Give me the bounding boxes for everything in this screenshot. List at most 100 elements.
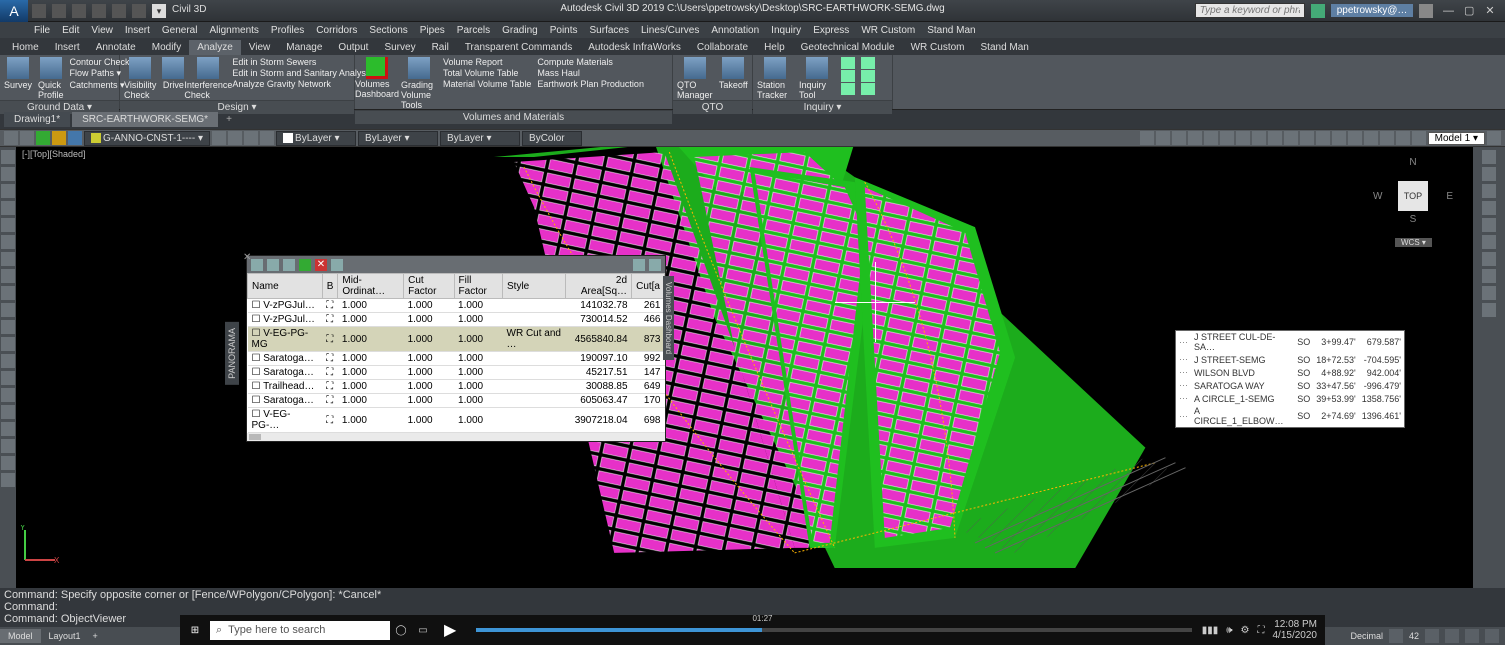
tab-rail[interactable]: Rail (424, 40, 457, 55)
ltool-icon[interactable] (1, 371, 15, 385)
tab-geotech[interactable]: Geotechnical Module (793, 40, 903, 55)
ltool-icon[interactable] (1, 269, 15, 283)
vd-bound-icon[interactable] (299, 259, 311, 271)
ltool-icon[interactable] (1, 286, 15, 300)
tab-collaborate[interactable]: Collaborate (689, 40, 756, 55)
ltool-icon[interactable] (1, 388, 15, 402)
viewcube[interactable]: N W E S TOP WCS ▾ (1373, 157, 1453, 247)
hw-icon[interactable] (1445, 629, 1459, 643)
menu-express[interactable]: Express (807, 25, 855, 36)
menu-corridors[interactable]: Corridors (310, 25, 363, 36)
vd-delete-icon[interactable]: ✕ (315, 259, 327, 271)
inquiry-ic2[interactable] (841, 70, 855, 82)
vd-hscrollbar[interactable] (247, 433, 665, 441)
vd-expand-icon[interactable] (633, 259, 645, 271)
storm-sanitary-button[interactable]: Edit in Storm and Sanitary Analysis (232, 68, 372, 78)
taskview-icon[interactable]: ▭ (412, 625, 434, 636)
qat-new-icon[interactable] (32, 4, 46, 18)
nav-icon[interactable] (1236, 131, 1250, 145)
col-style[interactable]: Style (503, 274, 566, 299)
ltool-icon[interactable] (1, 184, 15, 198)
ltool-icon[interactable] (1, 252, 15, 266)
col-fill[interactable]: Fill Factor (454, 274, 502, 299)
vd-table[interactable]: Name B Mid-Ordinat… Cut Factor Fill Fact… (247, 273, 665, 433)
tab-standman[interactable]: Stand Man (973, 40, 1037, 55)
viewcube-n[interactable]: N (1373, 157, 1453, 168)
maximize-button[interactable]: ▢ (1460, 4, 1478, 17)
vd-new-icon[interactable] (267, 259, 279, 271)
nav-icon[interactable] (1396, 131, 1410, 145)
nav-icon[interactable] (1188, 131, 1202, 145)
menu-profiles[interactable]: Profiles (265, 25, 310, 36)
plotstyle-combo[interactable]: ByColor (522, 131, 582, 146)
col-cut[interactable]: Cut Factor (404, 274, 454, 299)
menu-linescurves[interactable]: Lines/Curves (635, 25, 705, 36)
layout-plus[interactable]: + (89, 629, 102, 643)
menu-insert[interactable]: Insert (119, 25, 156, 36)
prop-icon-4[interactable] (52, 131, 66, 145)
tray-date[interactable]: 4/15/2020 (1273, 630, 1318, 641)
layer-combo[interactable]: G-ANNO-CNST-1---- ▾ (84, 131, 210, 146)
clean-icon[interactable] (1465, 629, 1479, 643)
menu-inquiry[interactable]: Inquiry (765, 25, 807, 36)
volumes-dashboard-button[interactable]: Volumes Dashboard (359, 57, 395, 99)
layer-tool-1[interactable] (212, 131, 226, 145)
compute-materials-button[interactable]: Compute Materials (537, 57, 644, 67)
table-row[interactable]: ☐ Saratoga…⛶1.0001.0001.00045217.51147 (248, 366, 665, 380)
minimize-button[interactable]: — (1439, 5, 1457, 17)
menu-wrcustom[interactable]: WR Custom (855, 25, 921, 36)
doc-tab-1[interactable]: SRC-EARTHWORK-SEMG* (72, 112, 218, 127)
rtool-icon[interactable] (1482, 218, 1496, 232)
tab-survey[interactable]: Survey (376, 40, 423, 55)
tab-transparent[interactable]: Transparent Commands (457, 40, 580, 55)
vd-refresh-icon[interactable] (283, 259, 295, 271)
menu-standman[interactable]: Stand Man (921, 25, 981, 36)
menu-surfaces[interactable]: Surfaces (584, 25, 635, 36)
tab-help[interactable]: Help (756, 40, 793, 55)
table-row[interactable]: ☐ V-zPGJul…⛶1.0001.0001.000730014.52466 (248, 313, 665, 327)
tab-infraworks[interactable]: Autodesk InfraWorks (580, 40, 689, 55)
survey-button[interactable]: Survey (4, 57, 32, 90)
nav-icon[interactable] (1204, 131, 1218, 145)
vd-report-icon[interactable] (331, 259, 343, 271)
tab-home[interactable]: Home (4, 40, 47, 55)
nav-icon[interactable] (1348, 131, 1362, 145)
keyword-search-input[interactable] (1195, 3, 1305, 18)
inquiry-ic1[interactable] (841, 57, 855, 69)
ltool-icon[interactable] (1, 473, 15, 487)
settings-icon[interactable]: ⚙ (1241, 625, 1250, 636)
ltool-icon[interactable] (1, 456, 15, 470)
model-tab[interactable]: Model (0, 629, 41, 643)
video-play-button[interactable]: ▶ (434, 620, 466, 640)
doc-tab-0[interactable]: Drawing1* (4, 112, 70, 127)
tab-manage[interactable]: Manage (278, 40, 330, 55)
col-b[interactable]: B (322, 274, 338, 299)
rtool-icon[interactable] (1482, 201, 1496, 215)
vd-add-icon[interactable] (251, 259, 263, 271)
tab-insert[interactable]: Insert (47, 40, 88, 55)
menu-grading[interactable]: Grading (496, 25, 544, 36)
total-volume-table-button[interactable]: Total Volume Table (443, 68, 531, 78)
ltool-icon[interactable] (1, 405, 15, 419)
video-progress-bar[interactable]: 01:27 (476, 628, 1191, 632)
menu-parcels[interactable]: Parcels (451, 25, 496, 36)
panel-close-icon[interactable]: ✕ (243, 252, 251, 263)
panel-label[interactable]: Inquiry ▾ (753, 100, 892, 114)
nav-icon[interactable] (1300, 131, 1314, 145)
qat-redo-icon[interactable] (112, 4, 126, 18)
menu-edit[interactable]: Edit (56, 25, 85, 36)
visibility-check-button[interactable]: Visibility Check (124, 57, 156, 100)
color-combo[interactable]: ByLayer ▾ (276, 131, 356, 146)
layer-tool-2[interactable] (228, 131, 242, 145)
drawing-viewport[interactable]: [-][Top][Shaded] PANORAMA (0, 147, 1505, 588)
user-badge[interactable]: ppetrowsky@… (1331, 4, 1414, 17)
nav-icon[interactable] (1252, 131, 1266, 145)
tab-view[interactable]: View (241, 40, 279, 55)
viewcube-w[interactable]: W (1373, 191, 1382, 202)
ltool-icon[interactable] (1, 167, 15, 181)
inquiry-ic5[interactable] (861, 70, 875, 82)
col-name[interactable]: Name (248, 274, 323, 299)
rtool-icon[interactable] (1482, 286, 1496, 300)
ltool-icon[interactable] (1, 439, 15, 453)
nav-icon[interactable] (1268, 131, 1282, 145)
